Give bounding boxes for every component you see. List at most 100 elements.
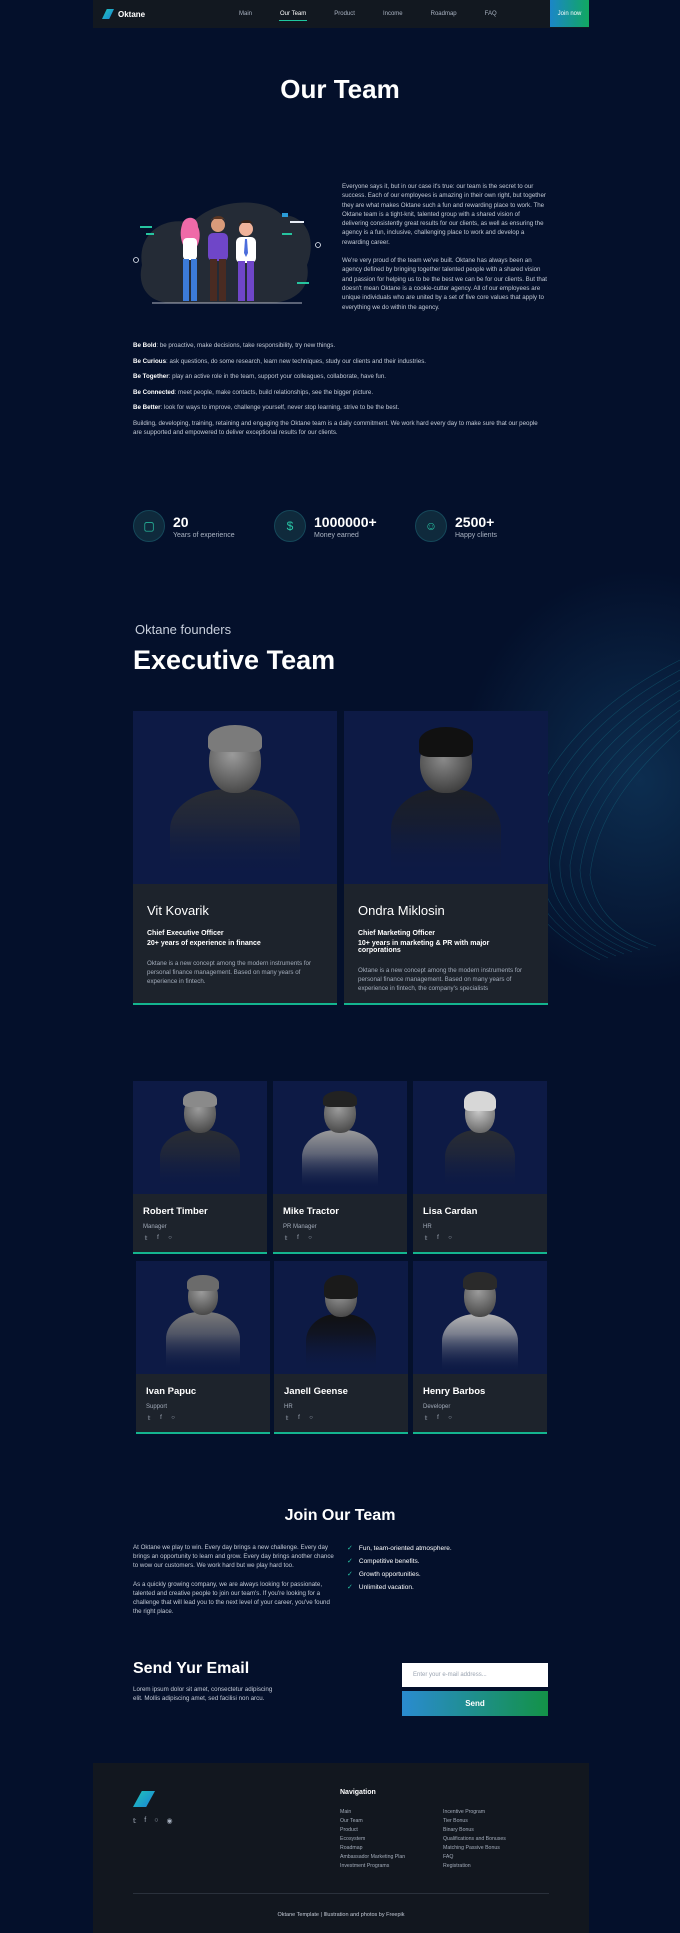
footer-logo-icon[interactable] bbox=[133, 1791, 155, 1807]
footer-link[interactable]: Ambassador Marketing Plan bbox=[340, 1853, 405, 1862]
nav-link-main[interactable]: Main bbox=[239, 11, 252, 17]
stat-item: ☺ 2500+ Happy clients bbox=[415, 510, 556, 542]
perk-item: ✓ Growth opportunities. bbox=[347, 1570, 452, 1579]
nav-link-product[interactable]: Product bbox=[334, 11, 355, 17]
twitter-icon[interactable]: 𝕥 bbox=[423, 1235, 429, 1242]
value-item: Be Connected: meet people, make contacts… bbox=[133, 388, 548, 397]
twitter-icon[interactable]: 𝕥 bbox=[423, 1415, 429, 1422]
footer-link[interactable]: Qualifications and Bonuses bbox=[443, 1835, 506, 1844]
nav-link-our-team[interactable]: Our Team bbox=[279, 11, 308, 21]
value-text: : look for ways to improve, challenge yo… bbox=[160, 404, 400, 411]
footer-link[interactable]: Binary Bonus bbox=[443, 1826, 506, 1835]
instagram-icon[interactable]: ○ bbox=[167, 1235, 173, 1242]
perk-item: ✓ Unlimited vacation. bbox=[347, 1583, 452, 1592]
instagram-icon[interactable]: ○ bbox=[307, 1235, 313, 1242]
member-name: Henry Barbos bbox=[423, 1386, 486, 1397]
instagram-icon[interactable]: ○ bbox=[170, 1415, 176, 1422]
check-icon: ✓ bbox=[347, 1571, 353, 1578]
footer-link[interactable]: Matching Passive Bonus bbox=[443, 1844, 506, 1853]
page: Oktane Main Our Team Product Income Road… bbox=[0, 0, 680, 1933]
nav-link-income[interactable]: Income bbox=[383, 11, 403, 17]
member-role: Support bbox=[146, 1404, 168, 1410]
join-title: Join Our Team bbox=[284, 1507, 396, 1524]
footer-link[interactable]: Ecosystem bbox=[340, 1835, 405, 1844]
member-photo bbox=[273, 1081, 407, 1194]
join-paragraph: As a quickly growing company, we are alw… bbox=[133, 1580, 330, 1616]
footer-link[interactable]: Incentive Program bbox=[443, 1808, 506, 1817]
twitter-icon[interactable]: 𝕥 bbox=[133, 1817, 136, 1825]
facebook-icon[interactable]: f bbox=[435, 1415, 441, 1422]
member-description: Oktane is a new concept among the modern… bbox=[358, 967, 523, 992]
nav-links: Main Our Team Product Income Roadmap FAQ bbox=[239, 0, 525, 28]
member-description: Oktane is a new concept among the modern… bbox=[147, 960, 312, 985]
core-values: Be Bold: be proactive, make decisions, t… bbox=[133, 341, 548, 443]
footer-link[interactable]: Tier Bonus bbox=[443, 1817, 506, 1826]
footer-link[interactable]: FAQ bbox=[443, 1853, 506, 1862]
smile-icon: ☺ bbox=[415, 510, 447, 542]
join-now-button[interactable]: Join now bbox=[550, 0, 589, 27]
footer-link[interactable]: Our Team bbox=[340, 1817, 405, 1826]
team-illustration bbox=[133, 202, 321, 304]
stat-value: 20 bbox=[173, 513, 189, 530]
instagram-icon[interactable]: ○ bbox=[308, 1415, 314, 1422]
nav-link-roadmap[interactable]: Roadmap bbox=[431, 11, 457, 17]
perk-text: Growth opportunities. bbox=[358, 1570, 421, 1578]
instagram-icon[interactable]: ○ bbox=[447, 1235, 453, 1242]
join-text: At Oktane we play to win. Every day brin… bbox=[133, 1543, 338, 1625]
value-item: Be Curious: ask questions, do some resea… bbox=[133, 357, 548, 366]
member-photo bbox=[344, 711, 548, 884]
instagram-icon[interactable]: ○ bbox=[447, 1415, 453, 1422]
member-role: Chief Executive Officer bbox=[147, 930, 224, 937]
facebook-icon[interactable]: f bbox=[155, 1235, 161, 1242]
twitter-icon[interactable]: 𝕥 bbox=[283, 1235, 289, 1242]
footer-link[interactable]: Roadmap bbox=[340, 1844, 405, 1853]
value-text: : ask questions, do some research, learn… bbox=[166, 357, 427, 365]
member-name: Ivan Papuc bbox=[146, 1386, 197, 1397]
send-button[interactable]: Send bbox=[402, 1691, 548, 1716]
footer-copyright: Oktane Template | Illustration and photo… bbox=[277, 1912, 405, 1918]
value-title: Be Connected bbox=[133, 388, 175, 396]
email-input[interactable]: Enter your e-mail address... bbox=[402, 1663, 548, 1687]
perks-list: ✓ Fun, team-oriented atmosphere. ✓ Competi… bbox=[347, 1544, 452, 1596]
facebook-icon[interactable]: f bbox=[144, 1817, 146, 1825]
instagram-icon[interactable]: ○ bbox=[154, 1817, 158, 1825]
member-name: Ondra Miklosin bbox=[358, 903, 445, 918]
join-paragraph: At Oktane we play to win. Every day brin… bbox=[133, 1544, 334, 1570]
footer-link[interactable]: Registration bbox=[443, 1862, 506, 1871]
stats-row: ▢ 20 Years of experience $ 1000000+ Mone… bbox=[133, 510, 556, 542]
member-photo bbox=[413, 1261, 547, 1374]
stat-item: $ 1000000+ Money earned bbox=[274, 510, 415, 542]
twitter-icon[interactable]: 𝕥 bbox=[143, 1235, 149, 1242]
nav-link-faq[interactable]: FAQ bbox=[485, 11, 497, 17]
facebook-icon[interactable]: f bbox=[158, 1415, 164, 1422]
section-title: Executive Team bbox=[133, 645, 336, 675]
footer-socials: 𝕥 f ○ ◉ bbox=[133, 1817, 181, 1825]
perk-text: Fun, team-oriented atmosphere. bbox=[358, 1544, 452, 1552]
value-item: Be Better: look for ways to improve, cha… bbox=[133, 403, 548, 412]
pinterest-icon[interactable]: ◉ bbox=[166, 1817, 172, 1825]
calendar-icon: ▢ bbox=[133, 510, 165, 542]
footer-link[interactable]: Product bbox=[340, 1826, 405, 1835]
twitter-icon[interactable]: 𝕥 bbox=[146, 1415, 152, 1422]
member-role: HR bbox=[423, 1224, 432, 1230]
intro-paragraph: We're very proud of the team we've built… bbox=[342, 257, 548, 311]
facebook-icon[interactable]: f bbox=[296, 1415, 302, 1422]
value-text: : be proactive, make decisions, take res… bbox=[156, 342, 336, 349]
member-photo bbox=[413, 1081, 547, 1194]
brand-logo[interactable]: Oktane bbox=[102, 9, 145, 19]
footer-nav-col: Incentive Program Tier Bonus Binary Bonu… bbox=[443, 1808, 506, 1871]
footer-nav-col: Main Our Team Product Ecosystem Roadmap … bbox=[340, 1808, 405, 1871]
facebook-icon[interactable]: f bbox=[295, 1235, 301, 1242]
footer-link[interactable]: Investment Programs bbox=[340, 1862, 405, 1871]
member-name: Vit Kovarik bbox=[147, 903, 209, 918]
value-item: Be Together: play an active role in the … bbox=[133, 372, 548, 381]
footer-link[interactable]: Main bbox=[340, 1808, 405, 1817]
twitter-icon[interactable]: 𝕥 bbox=[284, 1415, 290, 1422]
footer-nav-title: Navigation bbox=[340, 1789, 376, 1796]
member-role: HR bbox=[284, 1404, 293, 1410]
values-closing: Building, developing, training, retainin… bbox=[133, 419, 538, 436]
executive-card: Ondra Miklosin Chief Marketing Officer 1… bbox=[344, 711, 548, 1005]
member-role: PR Manager bbox=[283, 1224, 317, 1230]
value-title: Be Bold bbox=[133, 342, 157, 349]
facebook-icon[interactable]: f bbox=[435, 1235, 441, 1242]
